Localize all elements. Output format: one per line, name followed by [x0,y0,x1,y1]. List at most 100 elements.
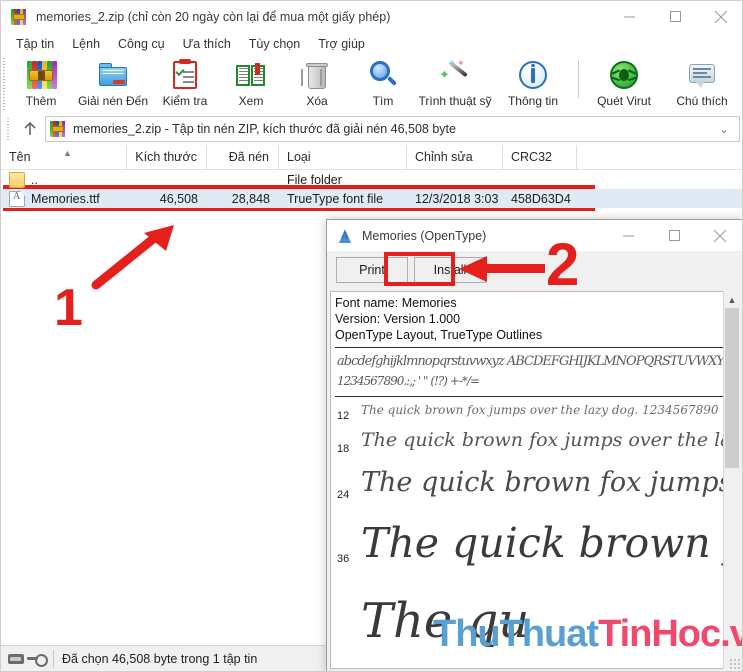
toolbar-button-comment[interactable]: Chú thích [663,56,741,112]
sort-ascending-caret: ▲ [63,147,72,158]
font-info-block: Font name: Memories Version: Version 1.0… [331,292,739,343]
address-bar-grip[interactable] [5,118,12,140]
close-icon[interactable] [698,1,742,32]
comment-bubble-icon [686,59,718,91]
sample-size-label: 36 [337,553,350,565]
file-list-empty-area [1,377,326,640]
extract-to-folder-icon [97,59,129,91]
winrar-window: memories_2.zip (chỉ còn 20 ngày còn lại … [0,0,743,672]
watermark-part-2: TinHoc.vn [598,613,742,655]
step-1-label: 1 [54,279,83,337]
font-window-controls [605,220,742,251]
toolbar-button-comment-label: Chú thích [676,94,728,108]
file-type: TrueType font file [287,191,384,206]
font-sample-18: 18 The quick brown fox jumps over the la… [331,429,739,467]
menu-item-file[interactable]: Tập tin [7,35,63,53]
status-text: Đã chọn 46,508 byte trong 1 tập tin [62,651,258,666]
toolbar-button-info-label: Thông tin [507,94,559,108]
charset-digits-punctuation: 1234567890.:,; ' " (!?) +-*/= [337,374,480,388]
chevron-up-icon[interactable]: ▲ [724,291,740,308]
font-preview-window: A Memories (OpenType) Print Install Font… [326,219,742,671]
menu-item-commands[interactable]: Lệnh [63,35,109,53]
font-version-line: Version: Version 1.000 [335,312,461,326]
sample-text: The quick brown fo [361,519,740,567]
maximize-icon[interactable] [651,220,697,251]
file-type: File folder [287,172,342,187]
table-row[interactable]: .. File folder [1,170,742,189]
find-magnifier-icon [367,59,399,91]
maximize-icon[interactable] [652,1,698,32]
address-bar: memories_2.zip - Tập tin nén ZIP, kích t… [1,114,742,144]
chevron-down-icon[interactable]: ⌄ [713,123,735,136]
menu-item-help[interactable]: Trợ giúp [309,35,374,53]
disk-icon [8,653,24,664]
toolbar-button-delete-label: Xóa [306,94,328,108]
sample-text: The quick brown fox jumps over the lazy … [361,403,719,417]
step-2-label: 2 [546,231,580,298]
file-modified [407,170,503,189]
table-row[interactable]: Memories.ttf 46,508 28,848 TrueType font… [1,189,742,208]
minimize-icon[interactable] [606,1,652,32]
file-name: Memories.ttf [31,191,100,206]
sample-text: The quick brown fox jumps o [361,467,740,498]
file-size: 46,508 [159,191,198,206]
font-charset-digits: 1234567890.:,; ' " (!?) +-*/= [331,374,739,394]
winrar-icon [50,121,66,137]
file-size [127,170,207,189]
up-arrow-icon[interactable] [15,116,45,142]
test-clipboard-icon [169,59,201,91]
install-button[interactable]: Install [414,257,486,283]
font-window-toolbar: Print Install [327,251,742,289]
watermark: ThuThuatTinHoc.vn [433,613,742,656]
column-header-crc32[interactable]: CRC32 [503,144,577,170]
column-header-type[interactable]: Loại [279,144,407,170]
charset-uppercase-lowercase: abcdefghijklmnopqrstuvwxyz ABCDEFGHIJKLM… [337,354,733,369]
toolbar-grip[interactable] [1,58,8,110]
toolbar-button-test[interactable]: Kiểm tra [152,56,218,112]
toolbar-button-wizard[interactable]: ✦ ✦ ✦ Trình thuật sỹ [416,56,494,112]
folder-icon [9,171,25,188]
font-sample-36: 36 The quick brown fo [331,519,739,593]
column-header-packed[interactable]: Đã nén [207,144,279,170]
menu-item-favorites[interactable]: Ưa thích [174,35,240,53]
watermark-part-1: ThuThuat [433,613,599,655]
close-icon[interactable] [697,220,742,251]
toolbar-button-delete[interactable]: Xóa [284,56,350,112]
toolbar-button-view-label: Xem [238,94,264,108]
toolbar: Thêm Giải nén Đến Kiểm tra Xem Xóa Tìm ✦… [1,56,742,114]
toolbar-button-view[interactable]: Xem [218,56,284,112]
add-archive-icon [25,59,57,91]
menu-item-tools[interactable]: Công cụ [109,35,174,53]
key-icon [27,653,48,667]
title-bar: memories_2.zip (chỉ còn 20 ngày còn lại … [1,1,742,32]
file-packed: 28,848 [231,191,270,206]
column-header-modified[interactable]: Chỉnh sửa [407,144,503,170]
menu-bar: Tập tin Lệnh Công cụ Ưa thích Tùy chọn T… [1,32,742,56]
toolbar-button-add[interactable]: Thêm [8,56,74,112]
print-button[interactable]: Print [336,257,408,283]
toolbar-button-find-label: Tìm [372,94,394,108]
font-name-line: Font name: Memories [335,296,457,310]
toolbar-button-info[interactable]: Thông tin [494,56,572,112]
file-crc32 [503,170,577,189]
font-sample-12: 12 The quick brown fox jumps over the la… [331,397,739,429]
toolbar-button-extract-to[interactable]: Giải nén Đến [74,56,152,112]
font-layout-line: OpenType Layout, TrueType Outlines [335,328,543,342]
minimize-icon[interactable] [605,220,651,251]
column-header-size[interactable]: Kích thước [127,144,207,170]
toolbar-button-add-label: Thêm [25,94,57,108]
font-charset-preview: abcdefghijklmnopqrstuvwxyz ABCDEFGHIJKLM… [331,348,739,374]
toolbar-button-test-label: Kiểm tra [162,94,208,108]
resize-grip-icon[interactable] [729,658,741,670]
menu-item-options[interactable]: Tùy chọn [240,35,309,53]
info-circle-icon [517,59,549,91]
file-list-header: Tên ▲ Kích thước Đã nén Loại Chỉnh sửa C… [1,144,742,170]
toolbar-button-find[interactable]: Tìm [350,56,416,112]
toolbar-button-virus-scan[interactable]: Quét Virut [585,56,663,112]
wizard-wand-icon: ✦ ✦ ✦ [439,58,471,91]
address-field[interactable]: memories_2.zip - Tập tin nén ZIP, kích t… [45,116,740,142]
column-header-name[interactable]: Tên ▲ [1,144,127,170]
delete-trash-icon [301,59,333,91]
scrollbar-thumb[interactable] [725,308,739,468]
file-packed [207,170,279,189]
